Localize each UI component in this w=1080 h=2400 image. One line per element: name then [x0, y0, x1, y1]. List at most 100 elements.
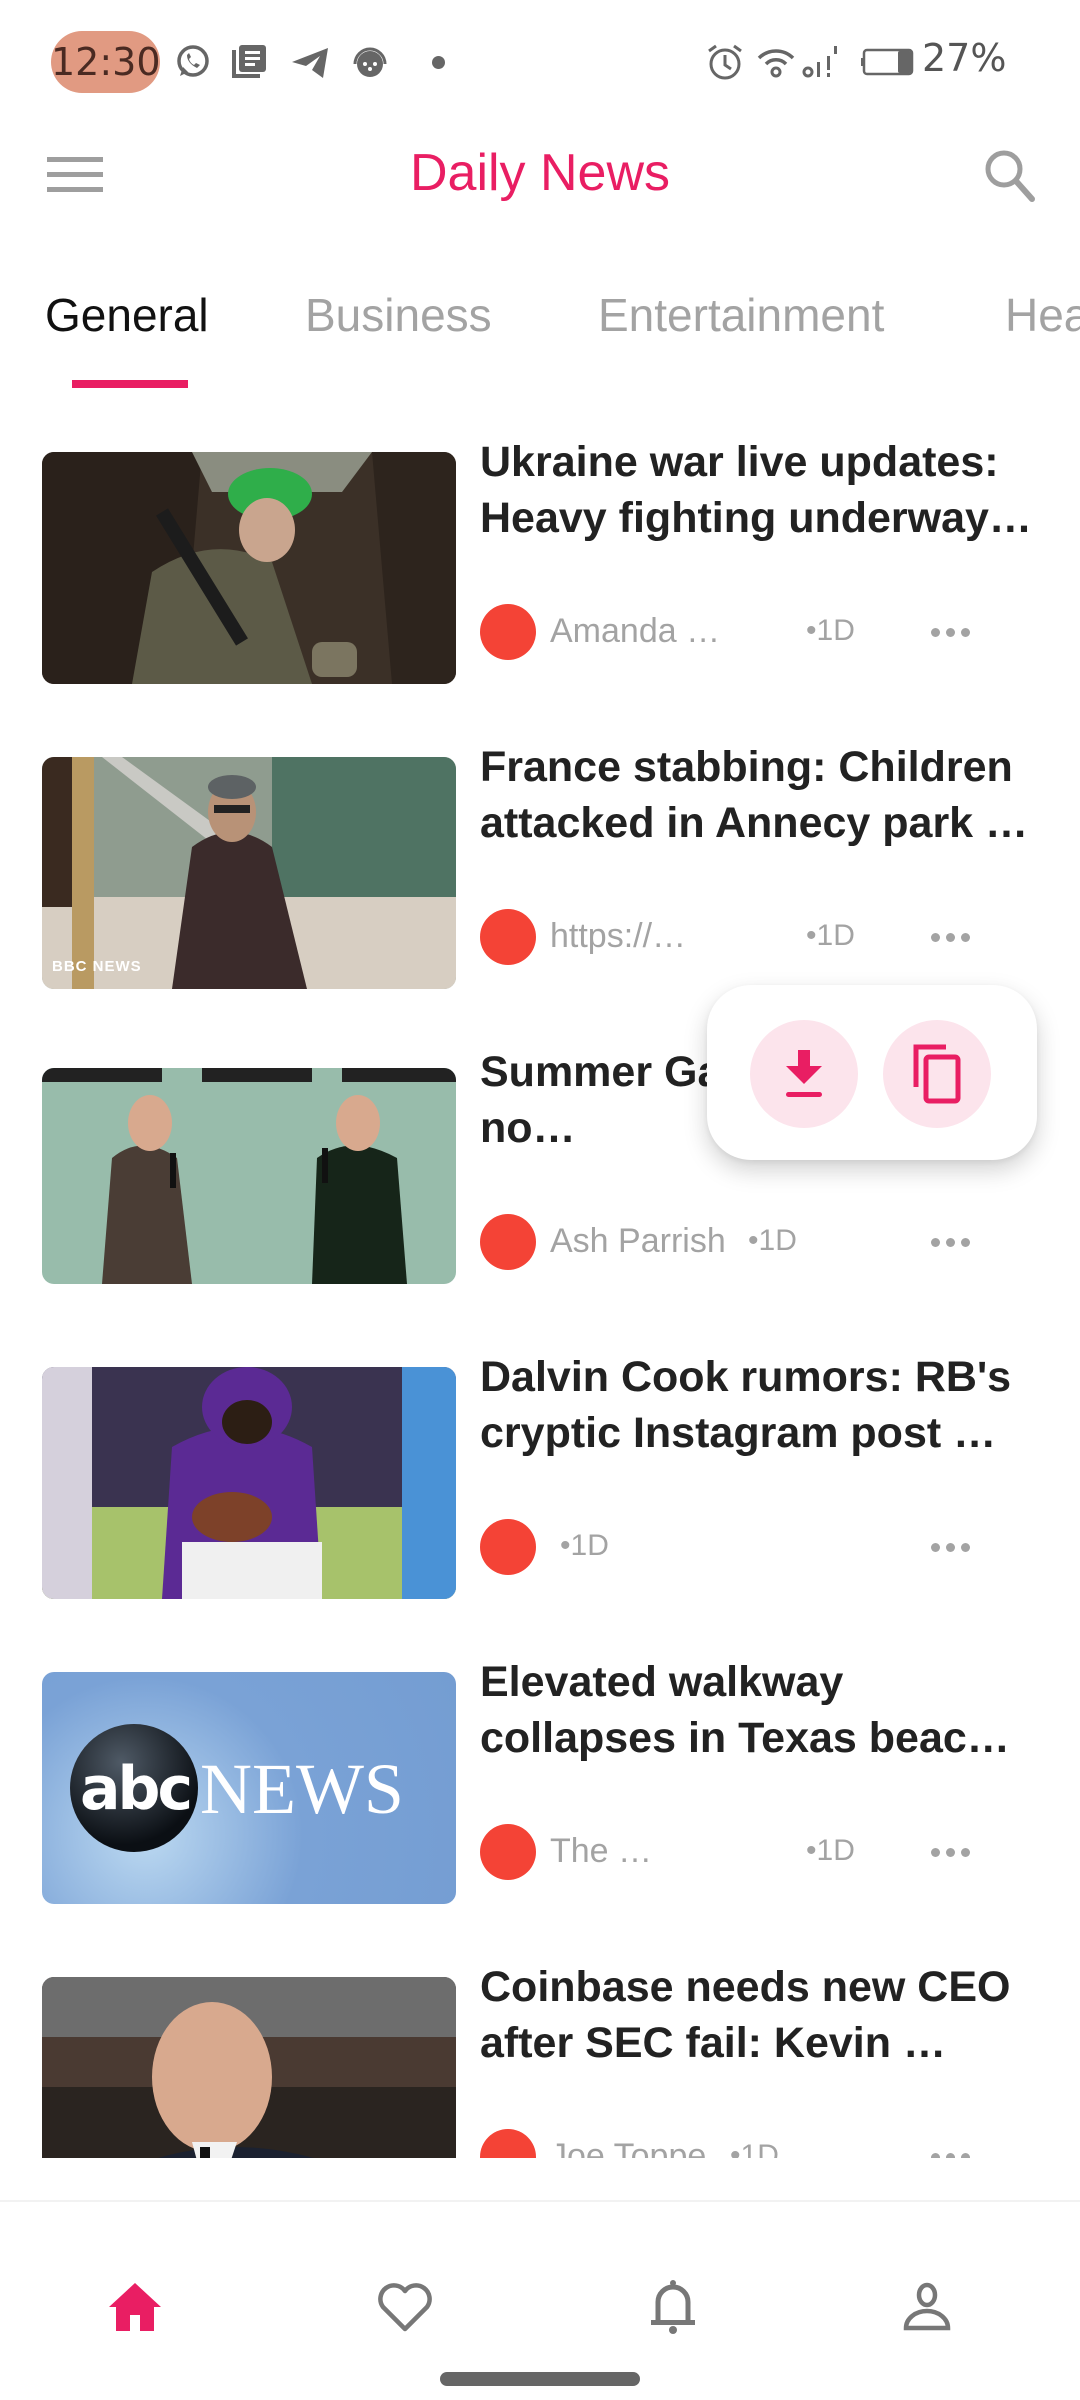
- source-avatar: [480, 1214, 536, 1270]
- more-options-button[interactable]: [920, 1525, 980, 1569]
- category-tabs: General Business Entertainment Hea: [0, 270, 1080, 390]
- more-dot-icon: [930, 932, 940, 942]
- article-time: •1D: [748, 1224, 797, 1257]
- article-time: •1D: [806, 1834, 855, 1867]
- article-author: https://…: [550, 917, 687, 955]
- news-logo-text: NEWS: [200, 1749, 404, 1829]
- article-thumbnail[interactable]: [42, 1068, 456, 1284]
- nav-home[interactable]: [90, 2262, 180, 2352]
- nav-notifications[interactable]: [628, 2262, 718, 2352]
- article-headline[interactable]: Elevated walkway collapses in Texas beac…: [480, 1654, 1050, 1766]
- tab-business[interactable]: Business: [305, 288, 492, 342]
- news-item[interactable]: Ukraine war live updates: Heavy fighting…: [0, 420, 1080, 720]
- search-icon: [985, 150, 1035, 202]
- source-avatar: [480, 1824, 536, 1880]
- article-meta: •1D: [480, 1519, 1050, 1575]
- more-options-button[interactable]: [920, 1220, 980, 1264]
- news-item[interactable]: BBC NEWS France stabbing: Children attac…: [0, 725, 1080, 1025]
- alarm-icon: [708, 44, 742, 80]
- more-dot-icon: [930, 1237, 940, 1247]
- article-meta: https://… •1D: [480, 909, 1050, 965]
- source-avatar: [480, 604, 536, 660]
- more-options-button[interactable]: [920, 915, 980, 959]
- article-meta: Amanda … •1D: [480, 604, 1050, 660]
- more-dot-icon: [945, 1542, 955, 1552]
- more-dot-icon: [930, 627, 940, 637]
- source-avatar: [480, 1519, 536, 1575]
- article-thumbnail[interactable]: [42, 1367, 456, 1599]
- more-dot-icon: [960, 627, 970, 637]
- news-item[interactable]: Dalvin Cook rumors: RB's cryptic Instagr…: [0, 1335, 1080, 1635]
- download-icon: [786, 1050, 822, 1097]
- news-app-icon: [232, 45, 266, 78]
- more-dot-icon: [945, 627, 955, 637]
- article-thumbnail[interactable]: abc NEWS: [42, 1672, 456, 1904]
- article-author: The …: [550, 1832, 653, 1870]
- more-options-button[interactable]: [920, 1830, 980, 1874]
- tab-general[interactable]: General: [45, 288, 209, 342]
- article-action-popup: [707, 985, 1037, 1160]
- bbc-news-watermark: BBC NEWS: [52, 958, 142, 975]
- more-options-button[interactable]: [920, 2135, 980, 2158]
- nav-profile[interactable]: [882, 2262, 972, 2352]
- article-meta: Joe Toppe •1D: [480, 2129, 1050, 2158]
- more-dot-icon: [930, 2152, 940, 2158]
- wifi-icon: [757, 49, 795, 78]
- article-time: •1D: [730, 2139, 779, 2158]
- more-dot-icon: [960, 1847, 970, 1857]
- more-options-button[interactable]: [920, 610, 980, 654]
- news-list: Ukraine war live updates: Heavy fighting…: [0, 420, 1080, 2158]
- article-thumbnail[interactable]: BBC NEWS: [42, 757, 456, 989]
- battery-percentage: 27%: [922, 36, 1007, 80]
- bell-icon: [651, 2280, 695, 2334]
- article-headline[interactable]: Dalvin Cook rumors: RB's cryptic Instagr…: [480, 1349, 1050, 1461]
- tab-entertainment[interactable]: Entertainment: [598, 288, 884, 342]
- more-dot-icon: [960, 1237, 970, 1247]
- article-thumbnail[interactable]: [42, 1977, 456, 2158]
- search-button[interactable]: [975, 140, 1045, 210]
- heart-icon: [378, 2283, 432, 2332]
- signal-icon: [802, 46, 837, 78]
- whatsapp-icon: [177, 45, 209, 77]
- article-author: Amanda …: [550, 612, 721, 650]
- article-meta: Ash Parrish •1D: [480, 1214, 1050, 1270]
- active-tab-indicator: [72, 380, 188, 388]
- source-avatar: [480, 909, 536, 965]
- article-author: Joe Toppe: [550, 2137, 707, 2158]
- article-headline[interactable]: France stabbing: Children attacked in An…: [480, 739, 1050, 851]
- person-icon: [903, 2282, 951, 2331]
- news-item[interactable]: Coinbase needs new CEO after SEC fail: K…: [0, 1945, 1080, 2158]
- news-item[interactable]: abc NEWS Elevated walkway collapses in T…: [0, 1640, 1080, 1940]
- copy-icon: [913, 1044, 961, 1104]
- more-dot-icon: [945, 932, 955, 942]
- more-dot-icon: [960, 1542, 970, 1552]
- download-button[interactable]: [750, 1020, 858, 1128]
- app-title: Daily News: [409, 144, 671, 202]
- football-player-image: [42, 1367, 456, 1599]
- more-dot-icon: [945, 2152, 955, 2158]
- more-dot-icon: [930, 1542, 940, 1552]
- telegram-icon: [292, 48, 328, 78]
- status-clock: 12:30: [51, 31, 161, 93]
- park-walking-man-image: [42, 757, 456, 989]
- man-speaking-image: [42, 1977, 456, 2158]
- tab-health[interactable]: Hea: [1005, 288, 1080, 342]
- app-bar: Daily News: [0, 125, 1080, 230]
- article-time: •1D: [806, 614, 855, 647]
- source-avatar: [480, 2129, 536, 2158]
- article-headline[interactable]: Coinbase needs new CEO after SEC fail: K…: [480, 1959, 1050, 2071]
- article-meta: The … •1D: [480, 1824, 1050, 1880]
- article-headline[interactable]: Ukraine war live updates: Heavy fighting…: [480, 434, 1050, 546]
- article-thumbnail[interactable]: [42, 452, 456, 684]
- gesture-home-indicator[interactable]: [440, 2372, 640, 2386]
- more-dot-icon: [945, 1847, 955, 1857]
- stage-hosts-image: [42, 1068, 456, 1284]
- status-bar: 12:30 27%: [0, 0, 1080, 125]
- copy-button[interactable]: [883, 1020, 991, 1128]
- soldier-trench-image: [42, 452, 456, 684]
- more-dot-icon: [945, 1237, 955, 1247]
- nav-favorites[interactable]: [360, 2262, 450, 2352]
- home-icon: [109, 2283, 161, 2331]
- more-dot-icon: [960, 2152, 970, 2158]
- article-time: •1D: [806, 919, 855, 952]
